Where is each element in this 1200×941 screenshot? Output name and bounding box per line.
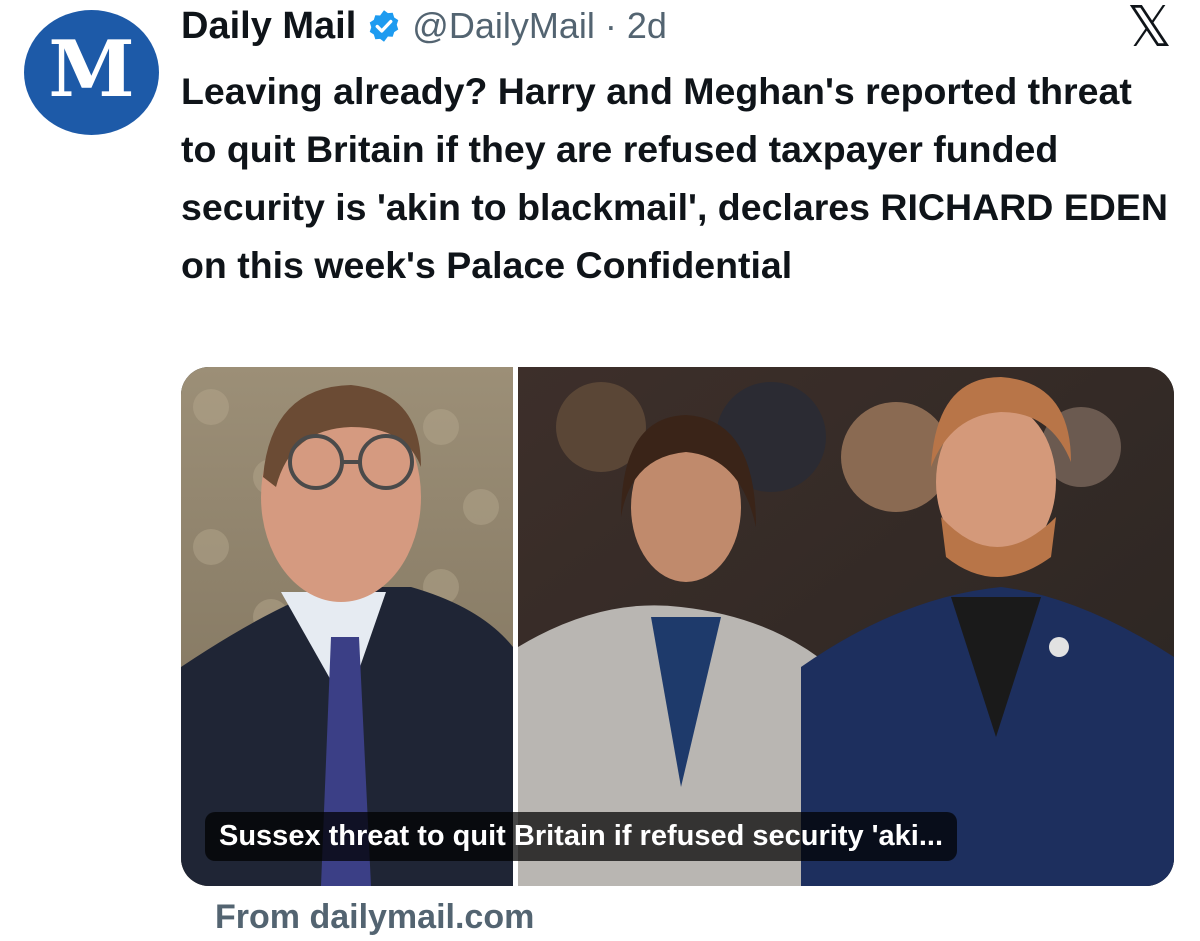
daily-mail-logo: M xyxy=(48,23,135,115)
link-card[interactable]: Sussex threat to quit Britain if refused… xyxy=(181,367,1174,886)
account-avatar[interactable]: M xyxy=(24,10,159,135)
display-name[interactable]: Daily Mail xyxy=(181,5,356,48)
tweet-text: Leaving already? Harry and Meghan's repo… xyxy=(181,70,1168,286)
x-logo-icon[interactable]: 𝕏 xyxy=(1127,0,1172,56)
card-caption: Sussex threat to quit Britain if refused… xyxy=(205,812,958,861)
account-handle[interactable]: @DailyMail xyxy=(412,5,595,47)
verified-badge-icon xyxy=(366,8,402,44)
tweet-header: Daily Mail @DailyMail · 2d xyxy=(181,2,667,50)
separator-dot: · xyxy=(604,5,617,46)
post-time[interactable]: 2d xyxy=(627,5,667,47)
card-photo xyxy=(181,367,1174,886)
card-source-link[interactable]: From dailymail.com xyxy=(215,898,534,937)
